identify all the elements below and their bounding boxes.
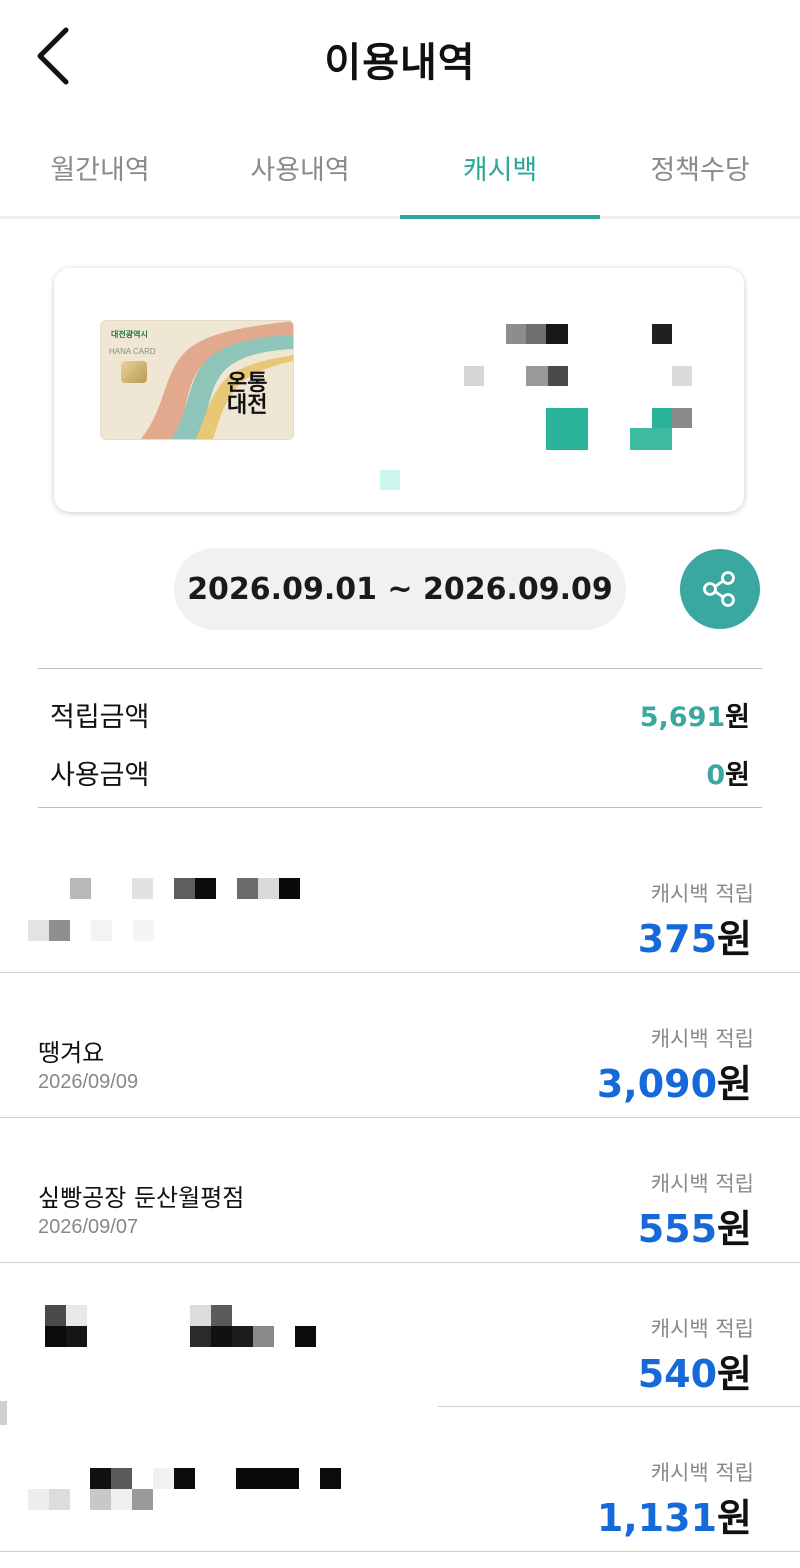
header-bar: 이용내역 [0,0,800,120]
transaction-amount: 555원 [637,1207,752,1251]
tab-policy-allowance[interactable]: 정책수당 [600,130,800,216]
merchant-name: 땡겨요 [38,1039,105,1067]
transaction-amount: 540원 [637,1352,752,1396]
card-bank-label: HANA CARD [109,347,156,356]
card-image: 대전광역시 HANA CARD 온통대전 [100,320,294,440]
share-icon [703,571,735,607]
card-city-label: 대전광역시 [111,330,148,339]
transaction-row[interactable]: 캐시백 적립 375원 [0,828,800,973]
tab-usage[interactable]: 사용내역 [200,130,400,216]
used-label: 사용금액 [50,760,150,791]
transaction-type: 캐시백 적립 [650,1172,754,1196]
transaction-type: 캐시백 적립 [650,1461,754,1485]
earned-row: 적립금액 5,691원 [50,695,750,735]
used-row: 사용금액 0원 [50,753,750,793]
page-title: 이용내역 [324,40,476,86]
card-brand-logo: 온통대전 [227,371,268,418]
date-range-selector[interactable]: 2026.09.01 ~ 2026.09.09 [174,548,626,630]
used-amount: 0원 [706,760,750,791]
transaction-row[interactable]: 캐시백 적립 540원 [0,1263,800,1425]
transaction-type: 캐시백 적립 [650,1027,754,1051]
transaction-row[interactable]: 캐시백 적립 1,131원 [0,1407,800,1552]
transaction-date: 2026/09/07 [38,1216,139,1238]
card-panel: 대전광역시 HANA CARD 온통대전 [54,268,744,512]
transaction-type: 캐시백 적립 [650,882,754,906]
transaction-date: 2026/09/09 [38,1071,139,1093]
tab-cashback[interactable]: 캐시백 [400,130,600,219]
share-button[interactable] [680,549,760,629]
transaction-amount: 375원 [637,917,752,961]
earned-amount: 5,691원 [639,702,750,733]
transaction-row[interactable]: 땡겨요 2026/09/09 캐시백 적립 3,090원 [0,973,800,1118]
tab-monthly[interactable]: 월간내역 [0,130,200,216]
transaction-amount: 3,090원 [596,1062,752,1106]
transaction-amount: 1,131원 [596,1496,752,1540]
card-chip [121,361,147,383]
transaction-row[interactable]: 싶빵공장 둔산월평점 2026/09/07 캐시백 적립 555원 [0,1118,800,1263]
earned-label: 적립금액 [50,702,150,733]
merchant-name: 싶빵공장 둔산월평점 [38,1184,245,1212]
tab-bar: 월간내역 사용내역 캐시백 정책수당 [0,130,800,219]
cashback-summary: 적립금액 5,691원 사용금액 0원 [38,668,762,808]
transaction-type: 캐시백 적립 [650,1317,754,1341]
